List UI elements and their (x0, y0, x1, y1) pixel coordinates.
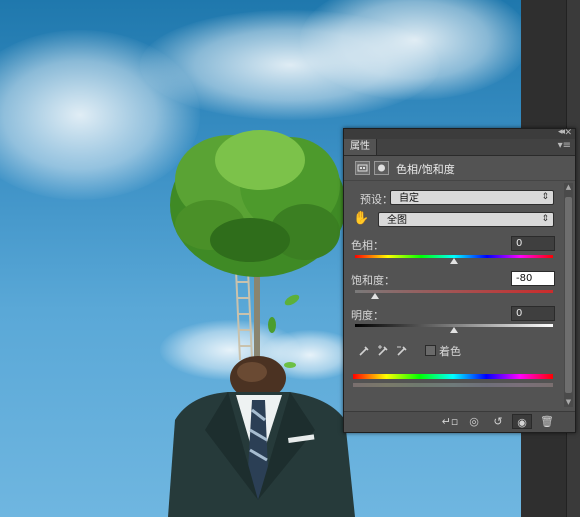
lightness-slider-thumb[interactable] (450, 327, 458, 333)
lightness-label: 明度： (351, 309, 384, 322)
visibility-eye-icon[interactable]: ◉ (512, 414, 532, 429)
saturation-value-field[interactable]: -80 (511, 271, 555, 286)
scrollbar-thumb[interactable] (565, 197, 572, 393)
eyedropper-minus-icon[interactable] (396, 344, 408, 359)
panel-bottom-toolbar: ↵▫ ◎ ↺ ◉ 🗑 (344, 411, 575, 432)
chevron-updown-icon: ⇕ (541, 214, 549, 224)
hue-slider-thumb[interactable] (450, 258, 458, 264)
hue-value-field[interactable]: 0 (511, 236, 555, 251)
panel-title-bar[interactable]: ◂◂ ✕ (344, 127, 575, 139)
hue-spectrum-bar (353, 374, 553, 379)
scroll-up-arrow-icon[interactable]: ▲ (564, 183, 573, 192)
colorize-checkbox[interactable] (425, 345, 436, 356)
saturation-slider-track[interactable] (355, 290, 553, 293)
close-panel-button[interactable]: ✕ (564, 128, 572, 138)
eyedropper-icon[interactable] (358, 344, 370, 359)
collapse-panel-button[interactable]: ◂◂ (558, 127, 565, 137)
panel-tab-bar: 属性 ▾≡ (344, 139, 575, 156)
saturation-slider-thumb[interactable] (370, 293, 379, 299)
hue-label: 色相： (351, 239, 384, 252)
preset-value: 自定 (399, 193, 419, 204)
properties-panel: ◂◂ ✕ 属性 ▾≡ 色相/饱和度 预设： 自定 ⇕ ✋ 全图 ⇕ 色相： 0 … (343, 127, 576, 433)
channel-value: 全图 (387, 215, 407, 226)
channel-dropdown[interactable]: 全图 ⇕ (378, 212, 554, 227)
preset-dropdown[interactable]: 自定 ⇕ (390, 190, 554, 205)
lightness-value-field[interactable]: 0 (511, 306, 555, 321)
reset-icon[interactable]: ↺ (488, 414, 508, 429)
panel-menu-icon[interactable]: ▾≡ (558, 140, 571, 151)
delete-icon[interactable]: 🗑 (537, 414, 557, 429)
eyedropper-plus-icon[interactable] (377, 344, 389, 359)
adjustment-layer-icon (355, 161, 370, 175)
ladder (235, 269, 253, 361)
panel-scrollbar[interactable]: ▲ ▼ (564, 183, 573, 407)
chevron-updown-icon: ⇕ (541, 192, 549, 202)
adjustment-header: 色相/饱和度 (344, 156, 575, 181)
view-previous-icon[interactable]: ◎ (464, 414, 484, 429)
tab-properties[interactable]: 属性 (344, 139, 377, 155)
adjustment-title: 色相/饱和度 (396, 163, 455, 176)
tree-crown (170, 130, 346, 277)
adjusted-spectrum-bar (353, 383, 553, 387)
clip-to-layer-icon[interactable]: ↵▫ (440, 414, 460, 429)
scroll-down-arrow-icon[interactable]: ▼ (564, 398, 573, 407)
saturation-label: 饱和度： (351, 274, 395, 287)
colorize-label: 着色 (439, 345, 461, 358)
preset-label: 预设： (360, 193, 393, 206)
mask-icon[interactable] (374, 161, 389, 175)
hand-icon[interactable]: ✋ (353, 211, 369, 226)
